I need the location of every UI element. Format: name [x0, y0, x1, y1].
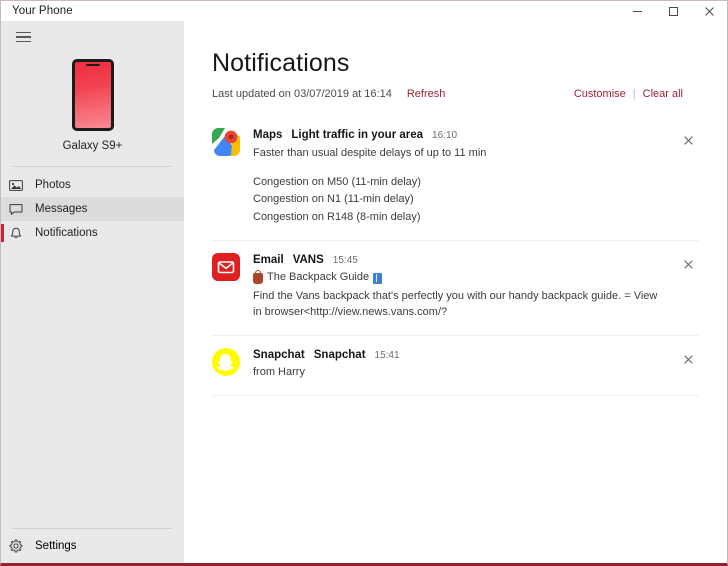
- snapchat-icon: [212, 348, 240, 376]
- notification-headline: Maps Light traffic in your area 16:10: [253, 128, 667, 143]
- notification-time: 15:45: [333, 255, 358, 268]
- close-button[interactable]: [691, 1, 727, 21]
- email-icon: [212, 253, 240, 281]
- notification-list: Maps Light traffic in your area 16:10 Fa…: [212, 116, 711, 396]
- phone-illustration: [72, 59, 114, 131]
- notification-emoji-title-text: The Backpack Guide: [267, 270, 369, 286]
- notification-subtitle: from Harry: [253, 365, 667, 381]
- customise-button[interactable]: Customise: [574, 88, 626, 100]
- sidebar-item-label: Photos: [35, 179, 71, 191]
- sidebar-item-settings[interactable]: Settings: [1, 529, 184, 563]
- notification-extra-line: Congestion on N1 (11-min delay): [253, 191, 667, 208]
- backpack-emoji: [253, 273, 263, 284]
- window-controls: [619, 1, 727, 21]
- clear-all-button[interactable]: Clear all: [643, 88, 683, 100]
- maximize-button[interactable]: [655, 1, 691, 21]
- notification-time: 16:10: [432, 130, 457, 143]
- notification-app-name: Email: [253, 253, 284, 267]
- toolbar-right: Customise | Clear all: [574, 88, 711, 100]
- window-title: Your Phone: [12, 5, 73, 17]
- notifications-toolbar: Last updated on 03/07/2019 at 16:14 Refr…: [212, 88, 711, 100]
- sidebar-item-label: Messages: [35, 203, 87, 215]
- notification-headline: Snapchat Snapchat 15:41: [253, 348, 667, 363]
- sidebar: Galaxy S9+ Photos: [1, 21, 184, 563]
- minimize-button[interactable]: [619, 1, 655, 21]
- dismiss-notification-button[interactable]: [677, 254, 699, 276]
- sidebar-spacer: [1, 245, 184, 528]
- notification-extra-line: Congestion on M50 (11-min delay): [253, 174, 667, 191]
- notification-extra: Congestion on M50 (11-min delay) Congest…: [253, 174, 667, 225]
- messages-icon: [9, 203, 31, 216]
- google-maps-icon: [212, 128, 240, 156]
- device-name: Galaxy S9+: [63, 140, 123, 152]
- book-emoji: [373, 273, 382, 284]
- sidebar-item-notifications[interactable]: Notifications: [1, 221, 184, 245]
- notification-time: 15:41: [375, 350, 400, 363]
- last-updated-text: Last updated on 03/07/2019 at 16:14: [212, 88, 392, 100]
- notification-item[interactable]: Maps Light traffic in your area 16:10 Fa…: [212, 116, 699, 241]
- notification-title: Light traffic in your area: [291, 128, 423, 142]
- toolbar-left: Last updated on 03/07/2019 at 16:14 Refr…: [212, 88, 445, 100]
- gear-icon: [9, 539, 31, 553]
- notification-body: Email VANS 15:45 The Backpack Guide Find…: [253, 253, 667, 321]
- notification-headline: Email VANS 15:45: [253, 253, 667, 268]
- sidebar-item-messages[interactable]: Messages: [1, 197, 184, 221]
- notification-body: Maps Light traffic in your area 16:10 Fa…: [253, 128, 667, 226]
- notification-subtitle: Faster than usual despite delays of up t…: [253, 146, 667, 162]
- bell-icon: [9, 227, 31, 240]
- sidebar-divider: [13, 166, 172, 167]
- window-body: Galaxy S9+ Photos: [1, 21, 727, 563]
- device-card: Galaxy S9+: [1, 59, 184, 152]
- notification-app-name: Maps: [253, 128, 282, 142]
- notification-item[interactable]: Email VANS 15:45 The Backpack Guide Find…: [212, 241, 699, 336]
- your-phone-window: Your Phone Galaxy S9+: [0, 0, 728, 566]
- notification-title: VANS: [293, 253, 324, 267]
- toolbar-separator: |: [633, 88, 636, 100]
- main-pane: Notifications Last updated on 03/07/2019…: [184, 21, 727, 563]
- photos-icon: [9, 179, 31, 192]
- title-bar: Your Phone: [1, 1, 727, 21]
- sidebar-item-label: Notifications: [35, 227, 98, 239]
- notification-emoji-title: The Backpack Guide: [253, 270, 667, 286]
- notification-title: Snapchat: [314, 348, 366, 362]
- notification-app-name: Snapchat: [253, 348, 305, 362]
- notification-subtitle: Find the Vans backpack that's perfectly …: [253, 289, 667, 321]
- refresh-button[interactable]: Refresh: [407, 88, 446, 100]
- page-title: Notifications: [212, 51, 711, 76]
- notification-item[interactable]: Snapchat Snapchat 15:41 from Harry: [212, 336, 699, 396]
- sidebar-item-photos[interactable]: Photos: [1, 173, 184, 197]
- notification-body: Snapchat Snapchat 15:41 from Harry: [253, 348, 667, 381]
- sidebar-nav: Photos Messages: [1, 173, 184, 245]
- notification-extra-line: Congestion on R148 (8-min delay): [253, 209, 667, 226]
- settings-label: Settings: [35, 540, 77, 552]
- hamburger-icon[interactable]: [1, 23, 45, 51]
- dismiss-notification-button[interactable]: [677, 349, 699, 371]
- dismiss-notification-button[interactable]: [677, 129, 699, 151]
